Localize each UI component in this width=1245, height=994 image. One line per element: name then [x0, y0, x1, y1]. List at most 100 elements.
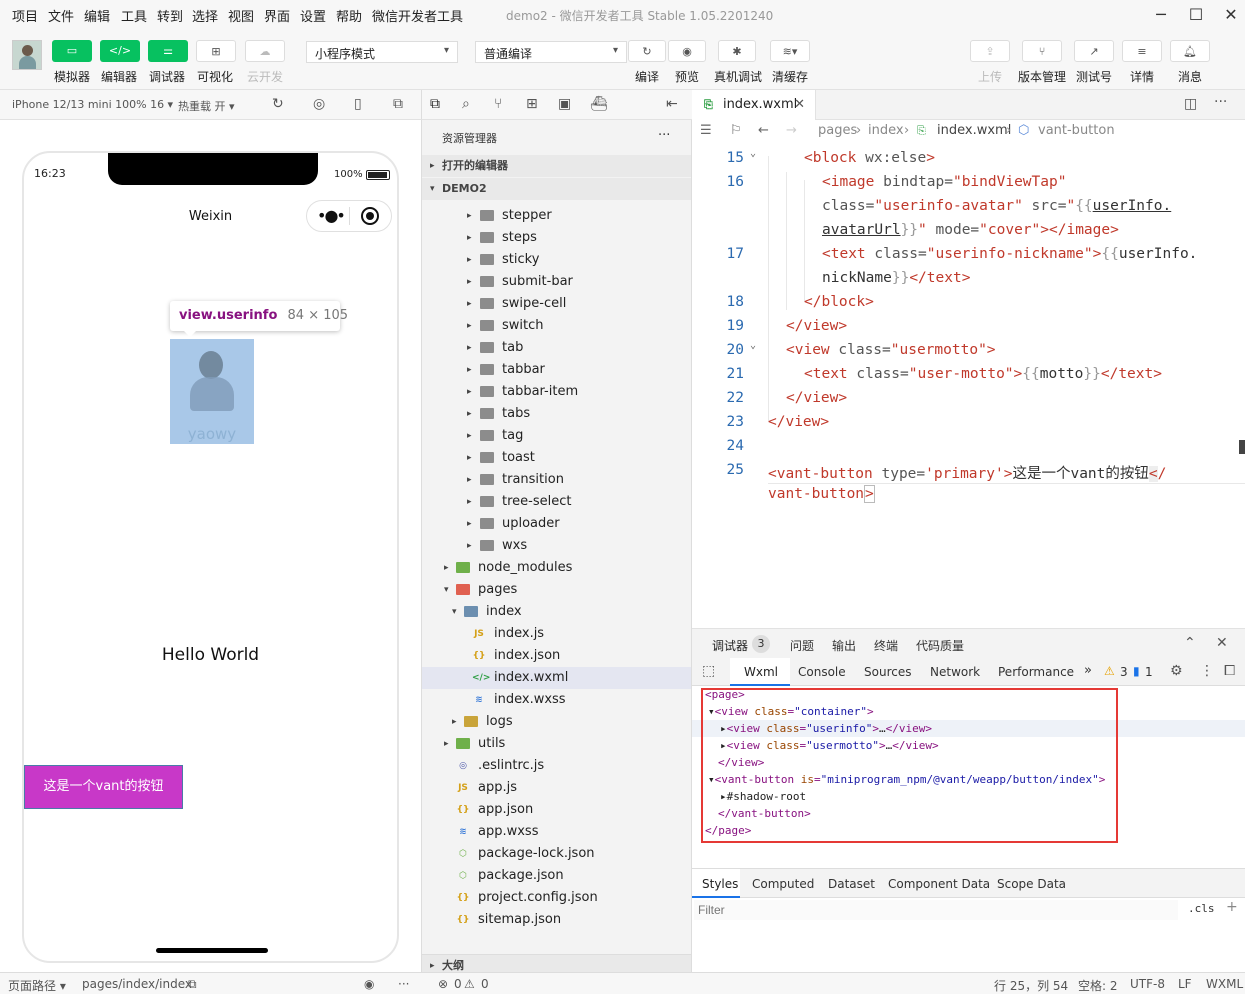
- tree-file-project-config-json[interactable]: {} project.config.json: [422, 887, 691, 909]
- tab-index-wxml[interactable]: ⎘ index.wxml ✕: [692, 90, 816, 120]
- page-path-select[interactable]: 页面路径 ▾: [8, 977, 66, 994]
- tree-file--eslintrc-js[interactable]: ◎ .eslintrc.js: [422, 755, 691, 777]
- upload-button[interactable]: ⇪: [970, 40, 1010, 62]
- vertical-dots-icon[interactable]: ⋮: [1200, 663, 1214, 679]
- breadcrumb-pages[interactable]: pages: [818, 120, 857, 142]
- compile-select[interactable]: 普通编译: [475, 41, 627, 63]
- inspect-element-icon[interactable]: ⬚: [702, 663, 715, 679]
- visual-button[interactable]: ⊞: [196, 40, 236, 62]
- userinfo-avatar[interactable]: yaowy: [170, 339, 254, 444]
- files-icon[interactable]: ⧉: [430, 96, 440, 112]
- tab-sources[interactable]: Sources: [864, 665, 911, 679]
- wxml-tree[interactable]: <page> ▾<view class="container"> ▸<view …: [692, 686, 1245, 868]
- menu-tools[interactable]: 工具: [121, 6, 147, 25]
- tree-folder-wxs[interactable]: ▸ wxs: [422, 535, 691, 557]
- copy-icon[interactable]: ⧉: [188, 977, 197, 992]
- tree-file-package-json[interactable]: ⬡ package.json: [422, 865, 691, 887]
- tab-network[interactable]: Network: [930, 665, 980, 679]
- mode-select[interactable]: 小程序模式: [306, 41, 458, 63]
- device-select[interactable]: iPhone 12/13 mini 100% 16 ▾: [12, 98, 173, 111]
- close-icon[interactable]: ✕: [1218, 3, 1244, 27]
- menu-goto[interactable]: 转到: [157, 6, 183, 25]
- tree-folder-tab[interactable]: ▸ tab: [422, 337, 691, 359]
- close-capsule-icon[interactable]: [361, 207, 379, 225]
- error-count[interactable]: 0: [454, 977, 462, 991]
- details-button[interactable]: ≡: [1122, 40, 1162, 62]
- tree-folder-tabbar[interactable]: ▸ tabbar: [422, 359, 691, 381]
- tree-folder-toast[interactable]: ▸ toast: [422, 447, 691, 469]
- menu-file[interactable]: 文件: [48, 6, 74, 25]
- version-button[interactable]: ⑂: [1022, 40, 1062, 62]
- tree-file-sitemap-json[interactable]: {} sitemap.json: [422, 909, 691, 931]
- dock-icon[interactable]: ⧠: [1224, 663, 1235, 679]
- tree-folder-tabbar-item[interactable]: ▸ tabbar-item: [422, 381, 691, 403]
- tab-terminal[interactable]: 终端: [874, 637, 898, 654]
- tree-index-folder[interactable]: ▾ index: [422, 601, 691, 623]
- remote-debug-button[interactable]: ✱: [718, 40, 756, 62]
- menu-view[interactable]: 视图: [228, 6, 254, 25]
- breadcrumb-file[interactable]: index.wxml: [937, 120, 1011, 142]
- docker-icon[interactable]: ⛴: [590, 96, 608, 112]
- tab-close-icon[interactable]: ✕: [794, 90, 805, 120]
- warning-count[interactable]: 3: [1120, 665, 1128, 679]
- menu-select[interactable]: 选择: [192, 6, 218, 25]
- clear-cache-button[interactable]: ≋▾: [770, 40, 810, 62]
- menu-edit[interactable]: 编辑: [84, 6, 110, 25]
- capsule-button[interactable]: •●•: [306, 200, 392, 232]
- info-count[interactable]: 1: [1145, 665, 1153, 679]
- tree-folder-transition[interactable]: ▸ transition: [422, 469, 691, 491]
- code-editor[interactable]: 15 16 17 18 19 20 21 22 23 24 25 ⌄ ⌄ <block wx:els…: [692, 142, 1245, 628]
- hot-reload-select[interactable]: 热重载 开 ▾: [178, 98, 235, 114]
- tree-file-app-json[interactable]: {} app.json: [422, 799, 691, 821]
- tree-logs[interactable]: ▸ logs: [422, 711, 691, 733]
- cls-toggle[interactable]: .cls: [1188, 902, 1215, 915]
- messages-button[interactable]: 🔔︎: [1170, 40, 1210, 62]
- user-avatar[interactable]: [12, 40, 42, 70]
- menu-help[interactable]: 帮助: [336, 6, 362, 25]
- chevron-up-icon[interactable]: ⌃: [1184, 635, 1196, 651]
- editor-button[interactable]: </>: [100, 40, 140, 62]
- preview-button[interactable]: ◉: [668, 40, 706, 62]
- compile-button[interactable]: ↻: [628, 40, 666, 62]
- tab-styles[interactable]: Styles: [702, 877, 738, 891]
- reload-icon[interactable]: ↻: [272, 96, 284, 112]
- tab-dataset[interactable]: Dataset: [828, 877, 875, 891]
- tab-debugger[interactable]: 调试器: [712, 637, 748, 654]
- more-icon[interactable]: ···: [398, 977, 409, 991]
- editor-more-icon[interactable]: ···: [1214, 94, 1227, 110]
- menu-project[interactable]: 项目: [12, 6, 38, 25]
- menu-settings[interactable]: 设置: [300, 6, 326, 25]
- tree-file-package-lock-json[interactable]: ⬡ package-lock.json: [422, 843, 691, 865]
- phone-icon[interactable]: ▯: [354, 96, 362, 112]
- bookmark-icon[interactable]: ⚐: [730, 120, 742, 142]
- tree-file-app-wxss[interactable]: ≋ app.wxss: [422, 821, 691, 843]
- search-icon[interactable]: ⌕: [462, 96, 470, 112]
- debugger-button[interactable]: ⚌: [148, 40, 188, 62]
- list-icon[interactable]: ☰: [700, 120, 712, 142]
- tree-folder-switch[interactable]: ▸ switch: [422, 315, 691, 337]
- tree-file-app-js[interactable]: JS app.js: [422, 777, 691, 799]
- tab-console[interactable]: Console: [798, 665, 846, 679]
- menu-wechat-devtools[interactable]: 微信开发者工具: [372, 6, 463, 25]
- menu-interface[interactable]: 界面: [264, 6, 290, 25]
- collapse-panel-icon[interactable]: ⇤: [666, 96, 678, 112]
- tree-utils[interactable]: ▸ utils: [422, 733, 691, 755]
- warning-count[interactable]: 0: [481, 977, 489, 991]
- styles-filter-input[interactable]: [694, 900, 1178, 920]
- settings-gear-icon[interactable]: ⚙: [1170, 663, 1183, 679]
- tree-pages[interactable]: ▾ pages: [422, 579, 691, 601]
- end-of-line[interactable]: LF: [1178, 977, 1192, 991]
- tree-folder-stepper[interactable]: ▸ stepper: [422, 205, 691, 227]
- eye-icon[interactable]: ◉: [364, 977, 374, 991]
- tab-scope-data[interactable]: Scope Data: [997, 877, 1066, 891]
- tab-wxml[interactable]: Wxml: [744, 665, 778, 679]
- tree-folder-submit-bar[interactable]: ▸ submit-bar: [422, 271, 691, 293]
- tree-node-modules[interactable]: ▸ node_modules: [422, 557, 691, 579]
- tree-folder-tree-select[interactable]: ▸ tree-select: [422, 491, 691, 513]
- indent-setting[interactable]: 空格: 2: [1078, 977, 1118, 994]
- tab-component-data[interactable]: Component Data: [888, 877, 990, 891]
- breadcrumb-index[interactable]: index: [868, 120, 904, 142]
- encoding[interactable]: UTF-8: [1130, 977, 1165, 991]
- storage-icon[interactable]: ▣: [558, 96, 571, 112]
- close-panel-icon[interactable]: ✕: [1216, 635, 1228, 651]
